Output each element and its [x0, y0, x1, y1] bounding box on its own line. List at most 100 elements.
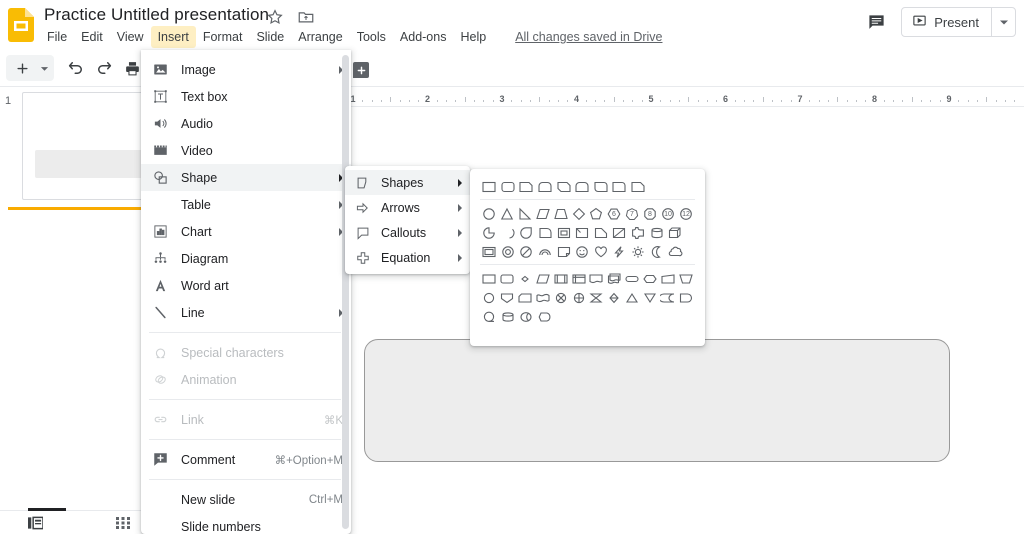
comment-history-icon[interactable] [861, 7, 891, 37]
flowchart-stored-data-icon[interactable] [659, 288, 677, 307]
flowchart-summing-junction-icon[interactable] [552, 288, 570, 307]
can-icon[interactable] [647, 223, 666, 242]
flowchart-document-icon[interactable] [588, 269, 606, 288]
flowchart-card-icon[interactable] [516, 288, 534, 307]
cloud-icon[interactable] [666, 242, 685, 261]
insert-menu-item-new-slide[interactable]: New slide Ctrl+M [141, 486, 351, 513]
flowchart-predefined-process-icon[interactable] [552, 269, 570, 288]
round-single-corner-rectangle-icon[interactable] [536, 177, 555, 196]
insert-menu-item-chart[interactable]: Chart [141, 218, 351, 245]
present-dropdown-caret[interactable] [991, 8, 1015, 36]
insert-menu-item-word-art[interactable]: Word art [141, 272, 351, 299]
menu-help[interactable]: Help [453, 26, 493, 48]
new-slide-button[interactable] [8, 55, 36, 81]
flowchart-manual-input-icon[interactable] [659, 269, 677, 288]
flowchart-display-icon[interactable] [536, 307, 555, 326]
shape-submenu-item-equation[interactable]: Equation [345, 245, 470, 270]
add-comment-icon[interactable] [353, 62, 369, 78]
decagon-icon[interactable]: 10 [659, 204, 677, 223]
moon-icon[interactable] [647, 242, 666, 261]
flowchart-connector-icon[interactable] [480, 288, 498, 307]
corner-icon[interactable] [573, 223, 592, 242]
smiley-face-icon[interactable] [573, 242, 592, 261]
snip-diagonal-corner-rectangle-icon[interactable] [554, 177, 573, 196]
heptagon-icon[interactable]: 7 [623, 204, 641, 223]
pentagon-icon[interactable] [588, 204, 606, 223]
shape-submenu-item-callouts[interactable]: Callouts [345, 220, 470, 245]
flowchart-sort-icon[interactable] [605, 288, 623, 307]
insert-menu-item-comment[interactable]: Comment ⌘+Option+M [141, 446, 351, 473]
menu-addons[interactable]: Add-ons [393, 26, 454, 48]
flowchart-delay-icon[interactable] [677, 288, 695, 307]
cross-icon[interactable] [610, 223, 629, 242]
document-title[interactable]: Practice Untitled presentation [44, 5, 269, 25]
insert-menu-scrollbar[interactable] [342, 55, 349, 529]
insert-menu-item-text-box[interactable]: Text box [141, 83, 351, 110]
teardrop-icon[interactable] [517, 223, 536, 242]
heart-icon[interactable] [592, 242, 611, 261]
block-arc-icon[interactable] [536, 242, 555, 261]
menu-format[interactable]: Format [196, 26, 250, 48]
insert-menu-item-shape[interactable]: Shape [141, 164, 351, 191]
flowchart-sequential-access-storage-icon[interactable] [480, 307, 499, 326]
round-same-side-corner-rectangle-icon[interactable] [573, 177, 592, 196]
menu-view[interactable]: View [110, 26, 151, 48]
menu-edit[interactable]: Edit [74, 26, 110, 48]
flowchart-manual-operation-icon[interactable] [677, 269, 695, 288]
menu-tools[interactable]: Tools [350, 26, 393, 48]
diagonal-stripe-icon[interactable] [592, 223, 611, 242]
bevel-icon[interactable] [480, 242, 499, 261]
menu-slide[interactable]: Slide [249, 26, 291, 48]
round-diagonal-corner-rectangle-icon[interactable] [592, 177, 611, 196]
star-icon[interactable] [266, 8, 284, 26]
chord-icon[interactable] [499, 223, 518, 242]
donut-icon[interactable] [499, 242, 518, 261]
horizontal-ruler[interactable]: 1 2 3 4 5 6 7 8 9 [345, 87, 1024, 107]
move-to-folder-icon[interactable] [297, 8, 315, 26]
shape-submenu-item-shapes[interactable]: Shapes [345, 170, 470, 195]
dodecagon-icon[interactable]: 12 [677, 204, 695, 223]
flowchart-off-page-connector-icon[interactable] [498, 288, 516, 307]
flowchart-decision-icon[interactable] [516, 269, 534, 288]
grid-view-icon[interactable] [110, 513, 136, 533]
shape-submenu-item-arrows[interactable]: Arrows [345, 195, 470, 220]
flowchart-extract-icon[interactable] [623, 288, 641, 307]
plaque-icon[interactable] [629, 223, 648, 242]
flowchart-magnetic-disk-icon[interactable] [499, 307, 518, 326]
flowchart-or-icon[interactable] [570, 288, 588, 307]
right-triangle-icon[interactable] [516, 204, 534, 223]
flowchart-direct-access-storage-icon[interactable] [517, 307, 536, 326]
present-button[interactable]: Present [902, 8, 991, 36]
one-round-corner-rectangle-icon[interactable] [629, 177, 648, 196]
flowchart-multidocument-icon[interactable] [605, 269, 623, 288]
insert-menu-item-table[interactable]: Table [141, 191, 351, 218]
flowchart-merge-icon[interactable] [641, 288, 659, 307]
rectangle-icon[interactable] [480, 177, 499, 196]
cube-icon[interactable] [666, 223, 685, 242]
filmstrip-view-icon[interactable] [22, 513, 48, 533]
insert-menu-item-diagram[interactable]: Diagram [141, 245, 351, 272]
half-frame-icon[interactable] [554, 223, 573, 242]
menu-arrange[interactable]: Arrange [291, 26, 349, 48]
flowchart-process-icon[interactable] [480, 269, 498, 288]
redo-button[interactable] [90, 55, 118, 81]
snip-single-corner-rectangle-icon[interactable] [517, 177, 536, 196]
rounded-rectangle-shape[interactable] [364, 339, 950, 462]
save-status[interactable]: All changes saved in Drive [515, 30, 662, 44]
diamond-icon[interactable] [570, 204, 588, 223]
hexagon-icon[interactable]: 6 [605, 204, 623, 223]
insert-menu-item-line[interactable]: Line [141, 299, 351, 326]
lightning-bolt-icon[interactable] [610, 242, 629, 261]
sun-icon[interactable] [629, 242, 648, 261]
flowchart-punched-tape-icon[interactable] [534, 288, 552, 307]
rounded-rectangle-icon[interactable] [499, 177, 518, 196]
pie-icon[interactable] [480, 223, 499, 242]
no-symbol-icon[interactable] [517, 242, 536, 261]
trapezoid-icon[interactable] [552, 204, 570, 223]
insert-menu-item-audio[interactable]: Audio [141, 110, 351, 137]
folded-corner-icon[interactable] [554, 242, 573, 261]
flowchart-preparation-icon[interactable] [641, 269, 659, 288]
triangle-icon[interactable] [498, 204, 516, 223]
insert-menu-item-video[interactable]: Video [141, 137, 351, 164]
insert-menu-item-image[interactable]: Image [141, 56, 351, 83]
